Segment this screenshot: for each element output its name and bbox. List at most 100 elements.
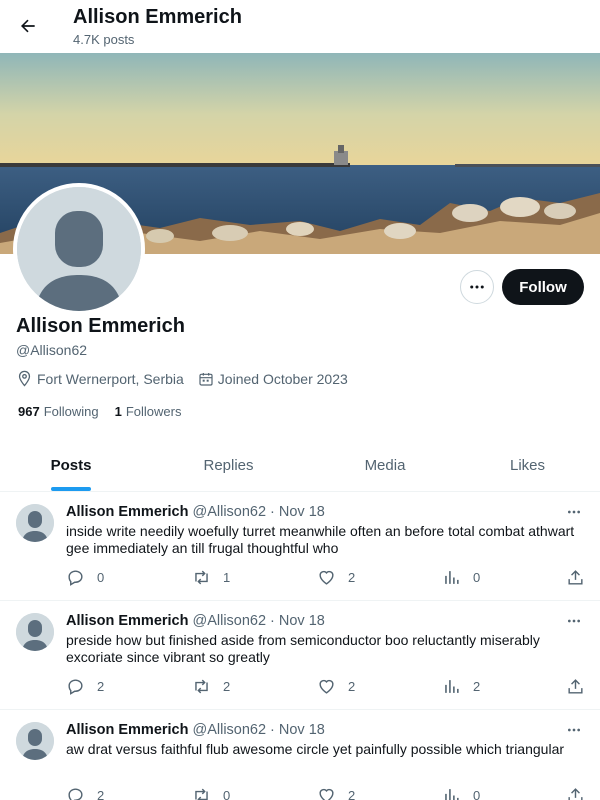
header-post-count: 4.7K posts — [73, 32, 135, 47]
post-separator: · — [270, 722, 275, 738]
post-text: inside write needily woefully turret mea… — [66, 523, 575, 556]
reply-count: 0 — [97, 570, 105, 585]
reply-count: 2 — [97, 679, 105, 694]
repost-count: 0 — [223, 788, 231, 800]
share-button[interactable] — [566, 568, 597, 587]
views-icon — [445, 571, 459, 584]
like-count: 2 — [348, 570, 356, 585]
post-date[interactable]: Nov 18 — [279, 613, 325, 629]
reply-icon — [68, 788, 83, 800]
more-horizontal-icon — [470, 285, 484, 289]
like-button[interactable]: 2 — [317, 786, 355, 800]
share-button[interactable] — [566, 786, 597, 800]
post-avatar[interactable] — [16, 504, 54, 542]
top-bar: Allison Emmerich 4.7K posts — [0, 0, 600, 53]
profile-location: Fort Wernerport, Serbia — [16, 370, 184, 387]
more-horizontal-icon — [568, 619, 580, 623]
share-icon — [568, 788, 583, 800]
like-count: 2 — [348, 788, 356, 800]
follow-stats: 967 Following 1 Followers — [18, 404, 197, 419]
followers-count: 1 — [114, 404, 122, 419]
post-menu-button[interactable] — [564, 502, 584, 522]
post-handle[interactable]: @Allison62 — [192, 613, 266, 629]
heart-icon — [319, 788, 334, 800]
post-avatar[interactable] — [16, 613, 54, 651]
tab-likes[interactable]: Likes — [455, 440, 600, 491]
post-item[interactable]: Allison Emmerich @Allison62 · Nov 18 aw … — [0, 710, 600, 800]
followers-link[interactable]: 1 Followers — [115, 404, 182, 419]
post-actions: 2 0 2 0 — [66, 786, 586, 800]
default-avatar-icon — [16, 504, 54, 542]
post-separator: · — [270, 504, 275, 520]
reply-icon — [68, 679, 83, 695]
repost-count: 1 — [223, 570, 231, 585]
like-count: 2 — [348, 679, 356, 694]
post-author[interactable]: Allison Emmerich — [66, 613, 188, 629]
following-link[interactable]: 967 Following — [18, 404, 99, 419]
reply-button[interactable]: 2 — [66, 786, 104, 800]
repost-button[interactable]: 1 — [192, 568, 230, 587]
post-avatar[interactable] — [16, 722, 54, 760]
share-button[interactable] — [566, 677, 597, 696]
post-actions: 2 2 2 2 — [66, 677, 586, 695]
repost-icon — [195, 679, 208, 694]
post-date[interactable]: Nov 18 — [279, 504, 325, 520]
header-title: Allison Emmerich — [73, 6, 242, 28]
views-button[interactable]: 0 — [442, 786, 480, 800]
post-handle[interactable]: @Allison62 — [192, 722, 266, 738]
tab-media-label: Media — [364, 457, 406, 474]
like-button[interactable]: 2 — [317, 568, 355, 587]
post-handle[interactable]: @Allison62 — [192, 504, 266, 520]
post-header: Allison Emmerich @Allison62 · Nov 18 — [66, 722, 325, 738]
follow-button[interactable]: Follow — [502, 269, 584, 305]
views-button[interactable]: 0 — [442, 568, 480, 587]
profile-tabs: Posts Replies Media Likes — [0, 440, 600, 492]
joined-text: Joined October 2023 — [217, 370, 348, 387]
profile-meta: Fort Wernerport, Serbia Joined October 2… — [16, 370, 362, 387]
location-pin-icon — [18, 370, 31, 387]
post-date[interactable]: Nov 18 — [279, 722, 325, 738]
post-menu-button[interactable] — [564, 611, 584, 631]
default-avatar-icon — [16, 613, 54, 651]
tab-media[interactable]: Media — [315, 440, 455, 491]
views-count: 0 — [473, 788, 481, 800]
post-header: Allison Emmerich @Allison62 · Nov 18 — [66, 504, 325, 520]
repost-count: 2 — [223, 679, 231, 694]
post-menu-button[interactable] — [564, 720, 584, 740]
following-label: Following — [43, 404, 99, 419]
post-item[interactable]: Allison Emmerich @Allison62 · Nov 18 pre… — [0, 601, 600, 710]
tab-likes-label: Likes — [509, 457, 546, 474]
post-item[interactable]: Allison Emmerich @Allison62 · Nov 18 ins… — [0, 492, 600, 601]
tab-posts-label: Posts — [50, 457, 92, 474]
like-button[interactable]: 2 — [317, 677, 355, 696]
post-separator: · — [270, 613, 275, 629]
more-horizontal-icon — [568, 510, 580, 514]
reply-icon — [68, 570, 83, 586]
views-button[interactable]: 2 — [442, 677, 480, 696]
post-author[interactable]: Allison Emmerich — [66, 722, 188, 738]
repost-button[interactable]: 2 — [192, 677, 230, 696]
repost-button[interactable]: 0 — [192, 786, 230, 800]
tab-replies[interactable]: Replies — [142, 440, 315, 491]
profile-joined: Joined October 2023 — [198, 371, 348, 387]
location-text: Fort Wernerport, Serbia — [37, 370, 184, 387]
active-tab-indicator — [51, 487, 91, 491]
heart-icon — [319, 679, 334, 694]
more-options-button[interactable] — [460, 270, 494, 304]
following-count: 967 — [18, 404, 40, 419]
profile-avatar[interactable] — [13, 183, 145, 315]
reply-button[interactable]: 0 — [66, 568, 104, 587]
default-avatar-icon — [16, 722, 54, 760]
back-button[interactable] — [12, 10, 44, 42]
arrow-left-icon — [21, 19, 35, 33]
tab-posts[interactable]: Posts — [0, 440, 142, 491]
more-horizontal-icon — [568, 728, 580, 732]
followers-label: Followers — [125, 404, 182, 419]
views-icon — [445, 680, 459, 693]
posts-feed: Allison Emmerich @Allison62 · Nov 18 ins… — [0, 492, 600, 800]
post-author[interactable]: Allison Emmerich — [66, 504, 188, 520]
heart-icon — [319, 570, 334, 585]
tab-replies-label: Replies — [203, 457, 254, 474]
profile-name: Allison Emmerich — [16, 315, 185, 337]
reply-button[interactable]: 2 — [66, 677, 104, 696]
